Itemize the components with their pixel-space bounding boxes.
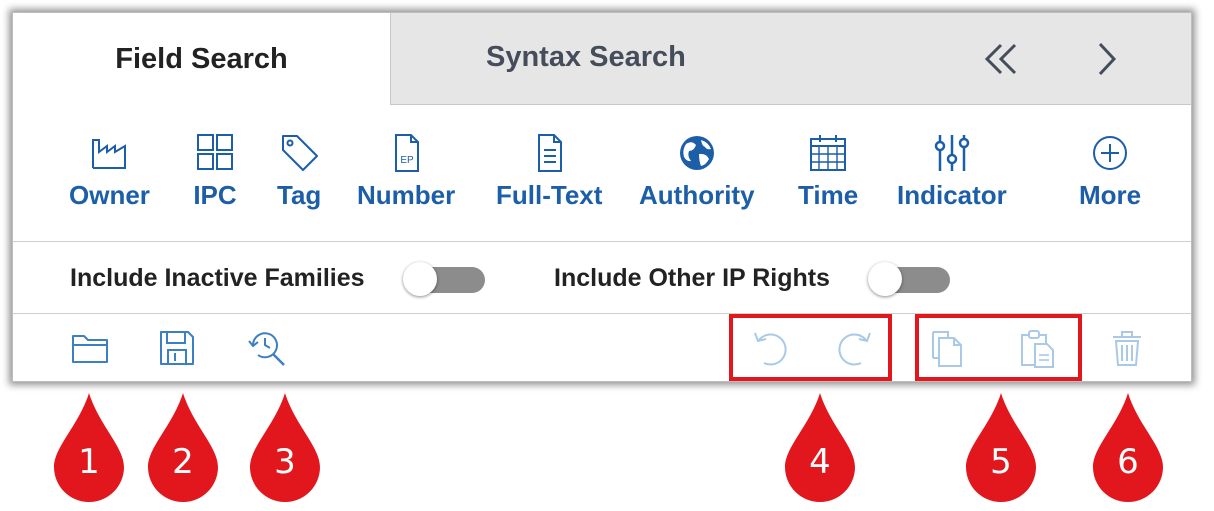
callout-number: 2 xyxy=(172,442,194,482)
number-button[interactable]: EP Number xyxy=(357,132,455,211)
tag-icon xyxy=(282,135,319,171)
tab-field-search-label: Field Search xyxy=(115,42,288,75)
text-document-icon xyxy=(538,134,563,172)
callout-2: 2 xyxy=(145,390,221,504)
undo-redo-highlight xyxy=(729,314,892,381)
include-inactive-families-label: Include Inactive Families xyxy=(70,264,365,292)
owner-button[interactable]: Owner xyxy=(69,132,150,211)
include-other-ip-rights-label: Include Other IP Rights xyxy=(554,264,830,292)
callout-6: 6 xyxy=(1090,390,1166,504)
more-button[interactable]: More xyxy=(1079,132,1141,211)
owner-label: Owner xyxy=(69,180,150,210)
callout-5: 5 xyxy=(963,390,1039,504)
chevron-right-icon[interactable] xyxy=(1093,39,1119,79)
callout-4: 4 xyxy=(782,390,858,504)
time-label: Time xyxy=(798,180,859,210)
full-text-button[interactable]: Full-Text xyxy=(496,132,602,211)
history-search-icon[interactable] xyxy=(246,328,290,370)
callout-number: 3 xyxy=(274,442,296,482)
time-button[interactable]: Time xyxy=(798,132,858,211)
tab-field-search[interactable]: Field Search xyxy=(13,13,390,105)
callout-number: 4 xyxy=(809,442,831,482)
ep-icon-text: EP xyxy=(400,155,414,166)
toggle-knob xyxy=(868,262,902,296)
tab-syntax-search[interactable]: Syntax Search xyxy=(390,13,1191,105)
tab-bar: Field Search Syntax Search xyxy=(13,13,1191,105)
trash-icon[interactable] xyxy=(1107,328,1147,368)
calendar-icon xyxy=(810,135,847,171)
field-button-bar: Owner IPC Tag EP Number Full-Text Author… xyxy=(13,105,1191,242)
callout-3: 3 xyxy=(247,390,323,504)
callout-1: 1 xyxy=(51,390,127,504)
plus-circle-icon xyxy=(1093,136,1128,170)
globe-icon xyxy=(679,136,714,170)
callout-number: 6 xyxy=(1117,442,1139,482)
sliders-icon xyxy=(934,135,970,171)
include-inactive-families-toggle[interactable] xyxy=(403,262,487,298)
toggle-knob xyxy=(403,262,437,296)
copy-paste-highlight xyxy=(915,314,1082,381)
grid-icon xyxy=(197,134,233,170)
toggle-bar: Include Inactive Families Include Other … xyxy=(13,242,1191,314)
tag-button[interactable]: Tag xyxy=(277,132,321,211)
double-chevron-left-icon[interactable] xyxy=(981,39,1021,79)
ipc-label: IPC xyxy=(193,180,237,210)
callout-number: 5 xyxy=(990,442,1012,482)
tag-label: Tag xyxy=(277,180,322,210)
indicator-button[interactable]: Indicator xyxy=(897,132,1007,211)
include-other-ip-rights-toggle[interactable] xyxy=(868,262,952,298)
authority-label: Authority xyxy=(639,180,755,210)
ep-document-icon: EP xyxy=(395,134,420,172)
callout-number: 1 xyxy=(78,442,100,482)
save-icon[interactable] xyxy=(156,328,198,368)
tab-syntax-search-label: Syntax Search xyxy=(486,41,686,73)
indicator-label: Indicator xyxy=(897,180,1007,210)
full-text-label: Full-Text xyxy=(496,180,603,210)
number-label: Number xyxy=(357,180,456,210)
open-folder-icon[interactable] xyxy=(70,328,112,368)
factory-icon xyxy=(92,139,127,169)
more-label: More xyxy=(1079,180,1142,210)
ipc-button[interactable]: IPC xyxy=(193,132,237,211)
authority-button[interactable]: Authority xyxy=(639,132,755,211)
